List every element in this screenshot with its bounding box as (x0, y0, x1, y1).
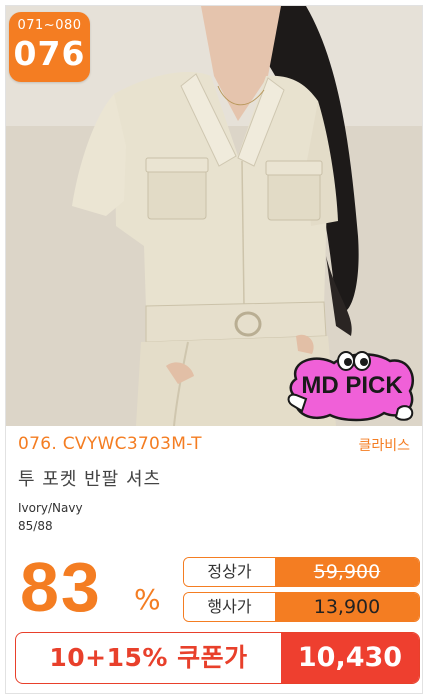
event-price-box: 행사가 13,900 (183, 592, 420, 622)
coupon-price-label: 10+15% 쿠폰가 (49, 643, 248, 672)
color-options: Ivory/Navy (18, 501, 83, 515)
regular-price-label: 정상가 (184, 558, 275, 586)
number-range: 071~080 (17, 18, 82, 33)
coupon-price-box[interactable]: 10+15% 쿠폰가 10,430 (15, 632, 420, 684)
discount-rate: 83 (20, 548, 102, 626)
regular-price-box: 정상가 59,900 (183, 557, 420, 587)
product-title-row: 076. CVYWC3703M-T 클라비스 (18, 434, 410, 458)
product-number: 076 (13, 34, 86, 73)
discount-percent-sign: % (134, 583, 161, 616)
product-photo[interactable]: 071~080 076 MD PICK (6, 6, 422, 426)
md-pick-graphic: MD PICK (287, 351, 415, 422)
size-options: 85/88 (18, 519, 53, 533)
product-code[interactable]: 076. CVYWC3703M-T (18, 434, 202, 454)
coupon-price-value: 10,430 (281, 633, 419, 683)
event-price-label: 행사가 (184, 593, 275, 621)
md-pick-label: MD PICK (301, 372, 403, 399)
product-card[interactable]: 071~080 076 MD PICK 076. CVYWC3703M-T 클라… (5, 5, 423, 694)
regular-price-value: 59,900 (275, 558, 419, 586)
event-price-value: 13,900 (275, 593, 419, 621)
brand-name[interactable]: 클라비스 (358, 435, 410, 455)
product-name[interactable]: 투 포켓 반팔 셔츠 (18, 465, 161, 491)
product-number-badge: 071~080 076 (9, 12, 90, 82)
md-pick-sticker: MD PICK (286, 349, 418, 423)
